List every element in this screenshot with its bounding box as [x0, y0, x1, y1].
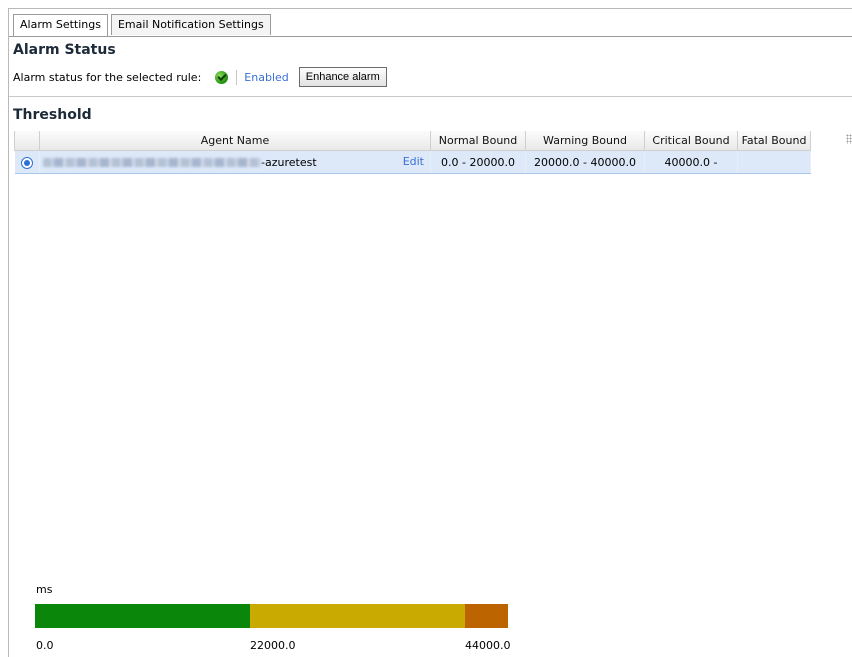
scale-unit-label: ms — [36, 583, 53, 596]
section-divider — [9, 96, 852, 97]
scale-segment-3 — [465, 604, 508, 628]
normal-bound-cell: 0.0 - 20000.0 — [430, 150, 526, 174]
agent-name-cell: -azuretest Edit — [39, 150, 431, 174]
scale-tick-max: 44000.0 — [465, 639, 511, 652]
fatal-bound-cell — [737, 150, 811, 174]
column-header-warning-bound[interactable]: Warning Bound — [525, 131, 645, 151]
threshold-scale-bar — [35, 604, 508, 628]
alarm-status-label: Alarm status for the selected rule: — [13, 70, 202, 84]
tab-alarm-settings[interactable]: Alarm Settings — [13, 14, 108, 37]
radio-selected-icon[interactable] — [20, 156, 33, 169]
scale-tick-min: 0.0 — [36, 639, 54, 652]
table-row[interactable]: -azuretest Edit 0.0 - 20000.0 20000.0 - … — [14, 150, 811, 174]
scale-tick-mid: 22000.0 — [250, 639, 296, 652]
tab-divider — [9, 36, 852, 37]
enabled-link[interactable]: Enabled — [244, 71, 288, 84]
scale-segment-1 — [35, 604, 250, 628]
column-menu-grip-icon[interactable] — [846, 134, 852, 144]
edit-link[interactable]: Edit — [403, 155, 424, 168]
row-select-cell[interactable] — [14, 150, 40, 174]
column-header-fatal-bound[interactable]: Fatal Bound — [737, 131, 811, 151]
check-circle-icon — [215, 70, 229, 84]
threshold-heading: Threshold — [13, 107, 92, 123]
alarm-status-heading: Alarm Status — [13, 42, 116, 58]
select-column-header — [14, 131, 40, 151]
threshold-table: Agent Name Normal Bound Warning Bound Cr… — [14, 131, 811, 174]
enhance-alarm-button[interactable]: Enhance alarm — [298, 67, 387, 87]
scale-segment-2 — [250, 604, 465, 628]
column-header-critical-bound[interactable]: Critical Bound — [644, 131, 738, 151]
column-header-agent-name[interactable]: Agent Name — [39, 131, 431, 151]
column-header-normal-bound[interactable]: Normal Bound — [430, 131, 526, 151]
redacted-hostname — [43, 158, 261, 167]
separator — [236, 69, 238, 85]
table-header-row: Agent Name Normal Bound Warning Bound Cr… — [14, 131, 811, 151]
panel-frame — [8, 8, 852, 657]
agent-name-suffix: -azuretest — [261, 155, 317, 169]
critical-bound-cell: 40000.0 - — [644, 150, 738, 174]
tab-email-notification-settings[interactable]: Email Notification Settings — [110, 14, 271, 35]
warning-bound-cell: 20000.0 - 40000.0 — [525, 150, 645, 174]
tab-bar: Alarm Settings Email Notification Settin… — [13, 14, 274, 37]
alarm-status-row: Alarm status for the selected rule: Enab… — [13, 66, 387, 88]
